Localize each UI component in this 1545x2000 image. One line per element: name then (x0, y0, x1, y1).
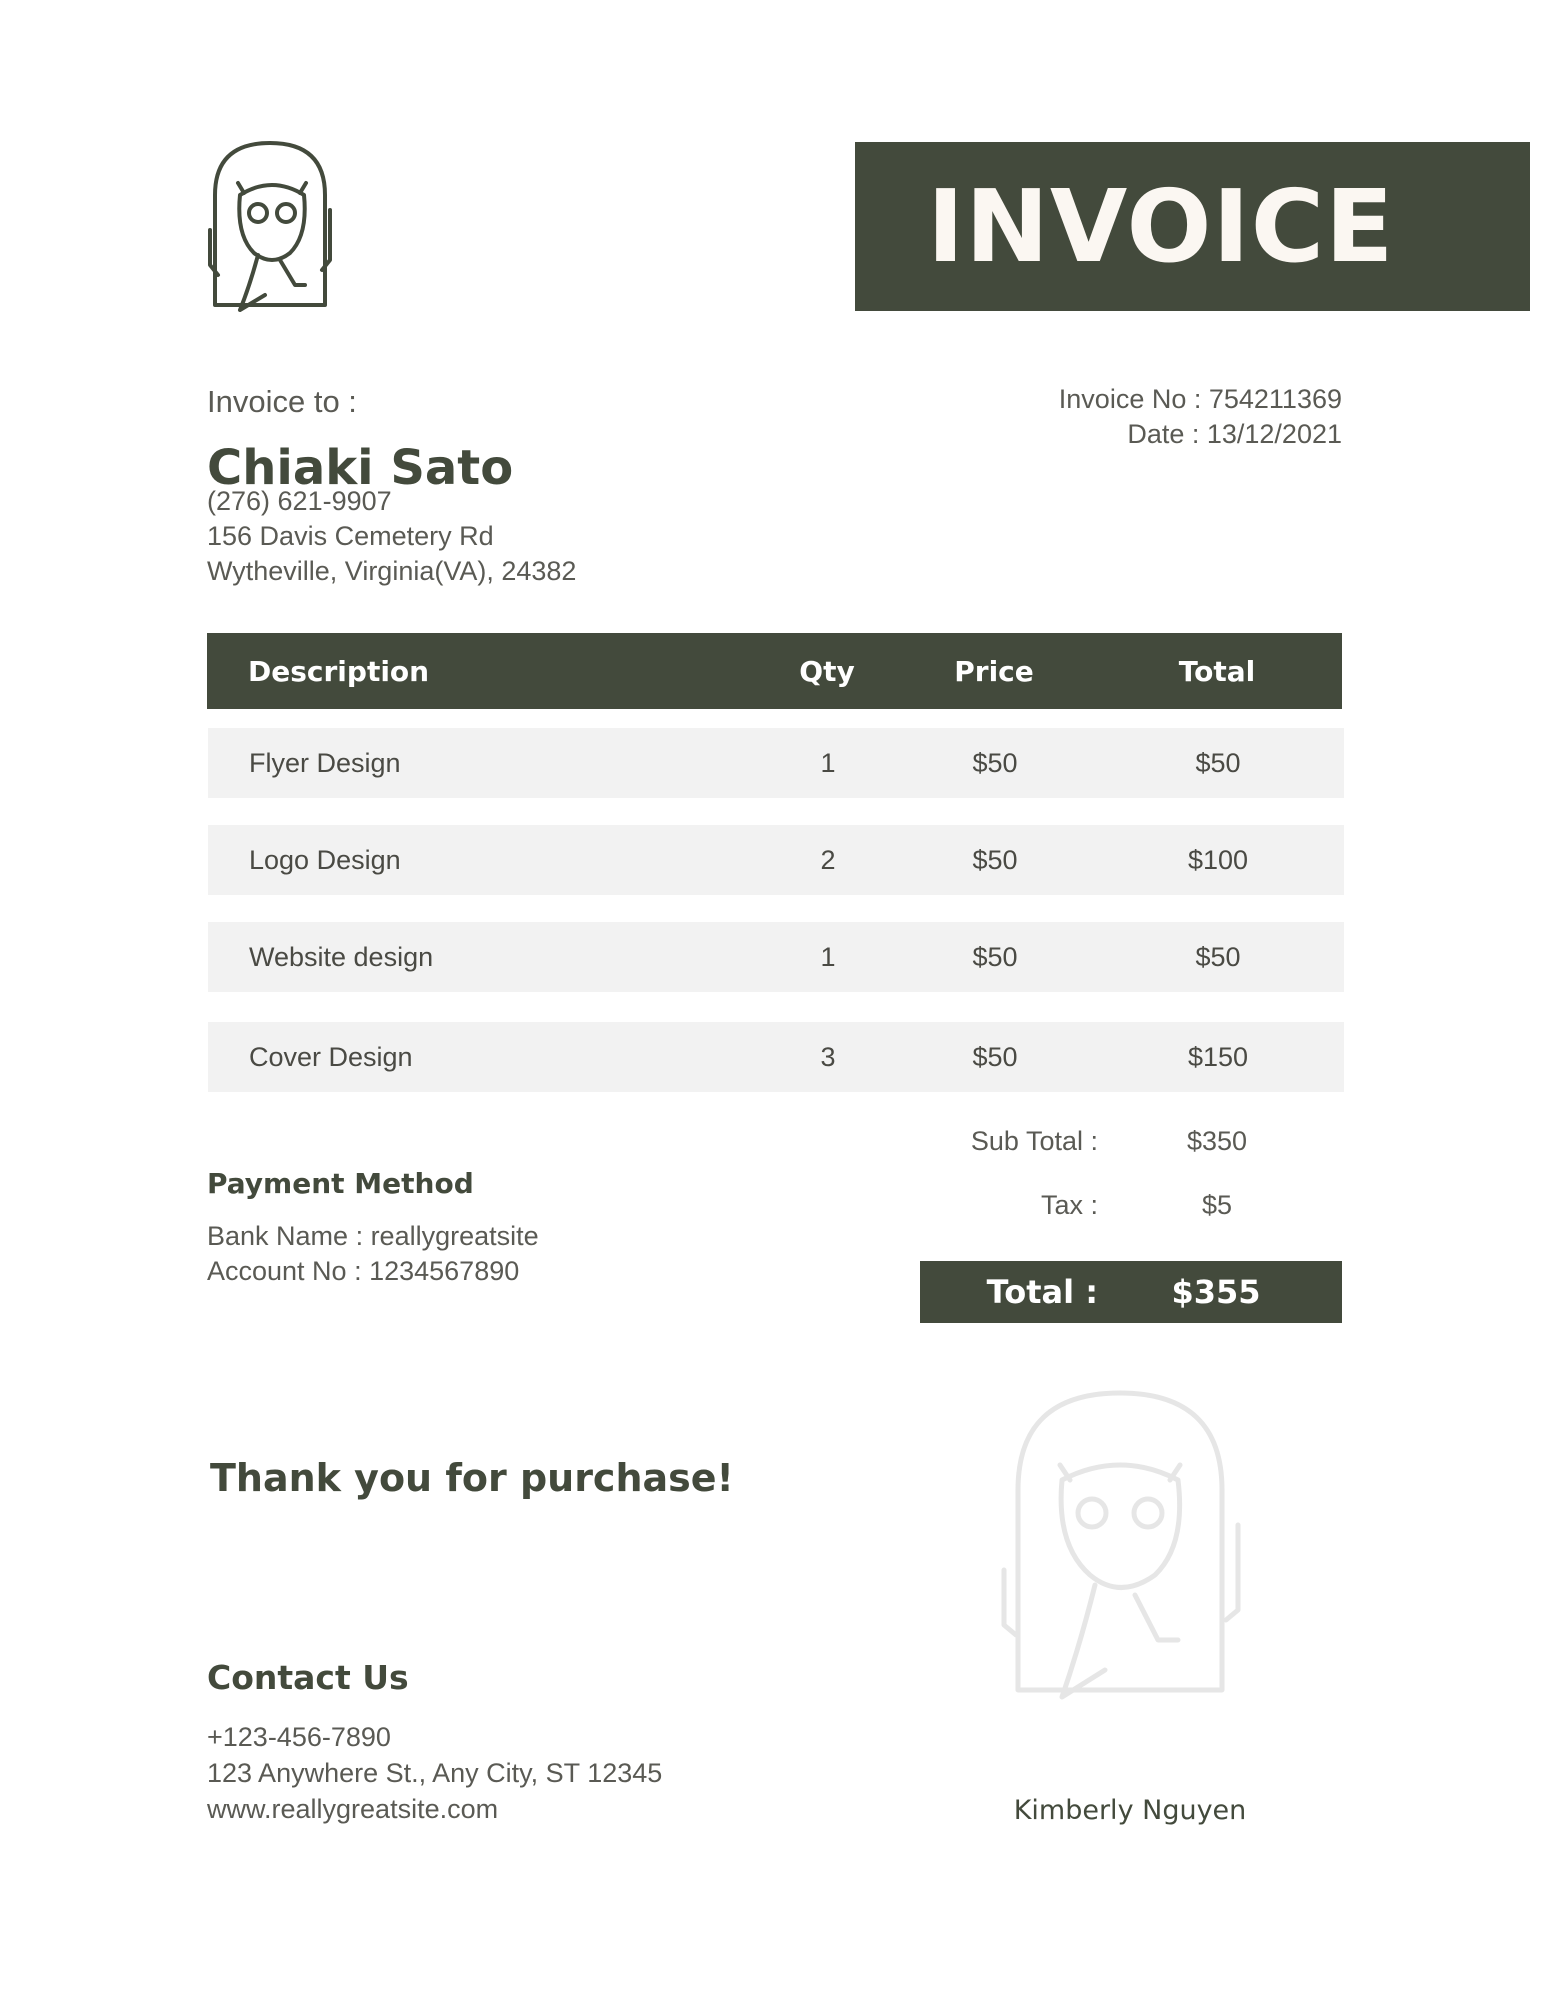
bank-name: Bank Name : reallygreatsite (207, 1221, 539, 1251)
payment-method-title: Payment Method (207, 1167, 474, 1200)
subtotal-value: $350 (1186, 1126, 1248, 1156)
row-price: $50 (972, 844, 1018, 875)
owl-icon (208, 141, 332, 312)
row-qty: 1 (820, 747, 836, 778)
client-address-line1: 156 Davis Cemetery Rd (207, 521, 494, 551)
subtotal-label: Sub Total : (970, 1126, 1098, 1156)
header-qty: Qty (799, 654, 855, 688)
table-row: Website design 1 $50 $50 (208, 922, 1344, 992)
total-label: Total : (986, 1273, 1098, 1311)
client-address-line2: Wytheville, Virginia(VA), 24382 (207, 556, 577, 586)
header-description: Description (248, 654, 430, 688)
owl-watermark-icon (1001, 1390, 1241, 1700)
invoice-date: Date : 13/12/2021 (1127, 419, 1342, 449)
row-price: $50 (972, 1041, 1018, 1072)
row-total: $100 (1187, 844, 1249, 875)
invoice-to-label: Invoice to : (207, 384, 357, 419)
tax-value: $5 (1201, 1190, 1233, 1220)
tax-label: Tax : (1040, 1190, 1098, 1220)
row-description: Logo Design (249, 844, 401, 875)
table-header: Description Qty Price Total (207, 633, 1342, 709)
contact-website: www.reallygreatsite.com (207, 1794, 499, 1824)
row-description: Website design (249, 941, 434, 972)
row-total: $50 (1195, 747, 1241, 778)
contact-phone: +123-456-7890 (207, 1722, 391, 1752)
client-phone: (276) 621-9907 (207, 486, 392, 516)
thank-you-message: Thank you for purchase! (210, 1456, 734, 1500)
header-price: Price (954, 654, 1034, 688)
row-total: $150 (1187, 1041, 1249, 1072)
contact-title: Contact Us (207, 1658, 409, 1697)
total-bar: Total : $355 (920, 1261, 1342, 1323)
row-description: Cover Design (249, 1041, 413, 1072)
row-total: $50 (1195, 941, 1241, 972)
account-number: Account No : 1234567890 (207, 1256, 520, 1286)
title-banner: INVOICE (855, 142, 1530, 311)
contact-address: 123 Anywhere St., Any City, ST 12345 (207, 1758, 663, 1788)
invoice-number: Invoice No : 754211369 (1058, 384, 1342, 414)
header-total: Total (1178, 654, 1256, 688)
row-qty: 1 (820, 941, 836, 972)
row-qty: 3 (820, 1041, 836, 1072)
table-row: Flyer Design 1 $50 $50 (208, 728, 1344, 798)
row-description: Flyer Design (249, 747, 401, 778)
row-price: $50 (972, 941, 1018, 972)
total-value: $355 (1171, 1273, 1261, 1311)
row-qty: 2 (820, 844, 836, 875)
row-price: $50 (972, 747, 1018, 778)
signer-name: Kimberly Nguyen (1013, 1795, 1247, 1826)
table-row: Cover Design 3 $50 $150 (208, 1022, 1344, 1092)
page-title: INVOICE (927, 168, 1395, 285)
table-row: Logo Design 2 $50 $100 (208, 825, 1344, 895)
